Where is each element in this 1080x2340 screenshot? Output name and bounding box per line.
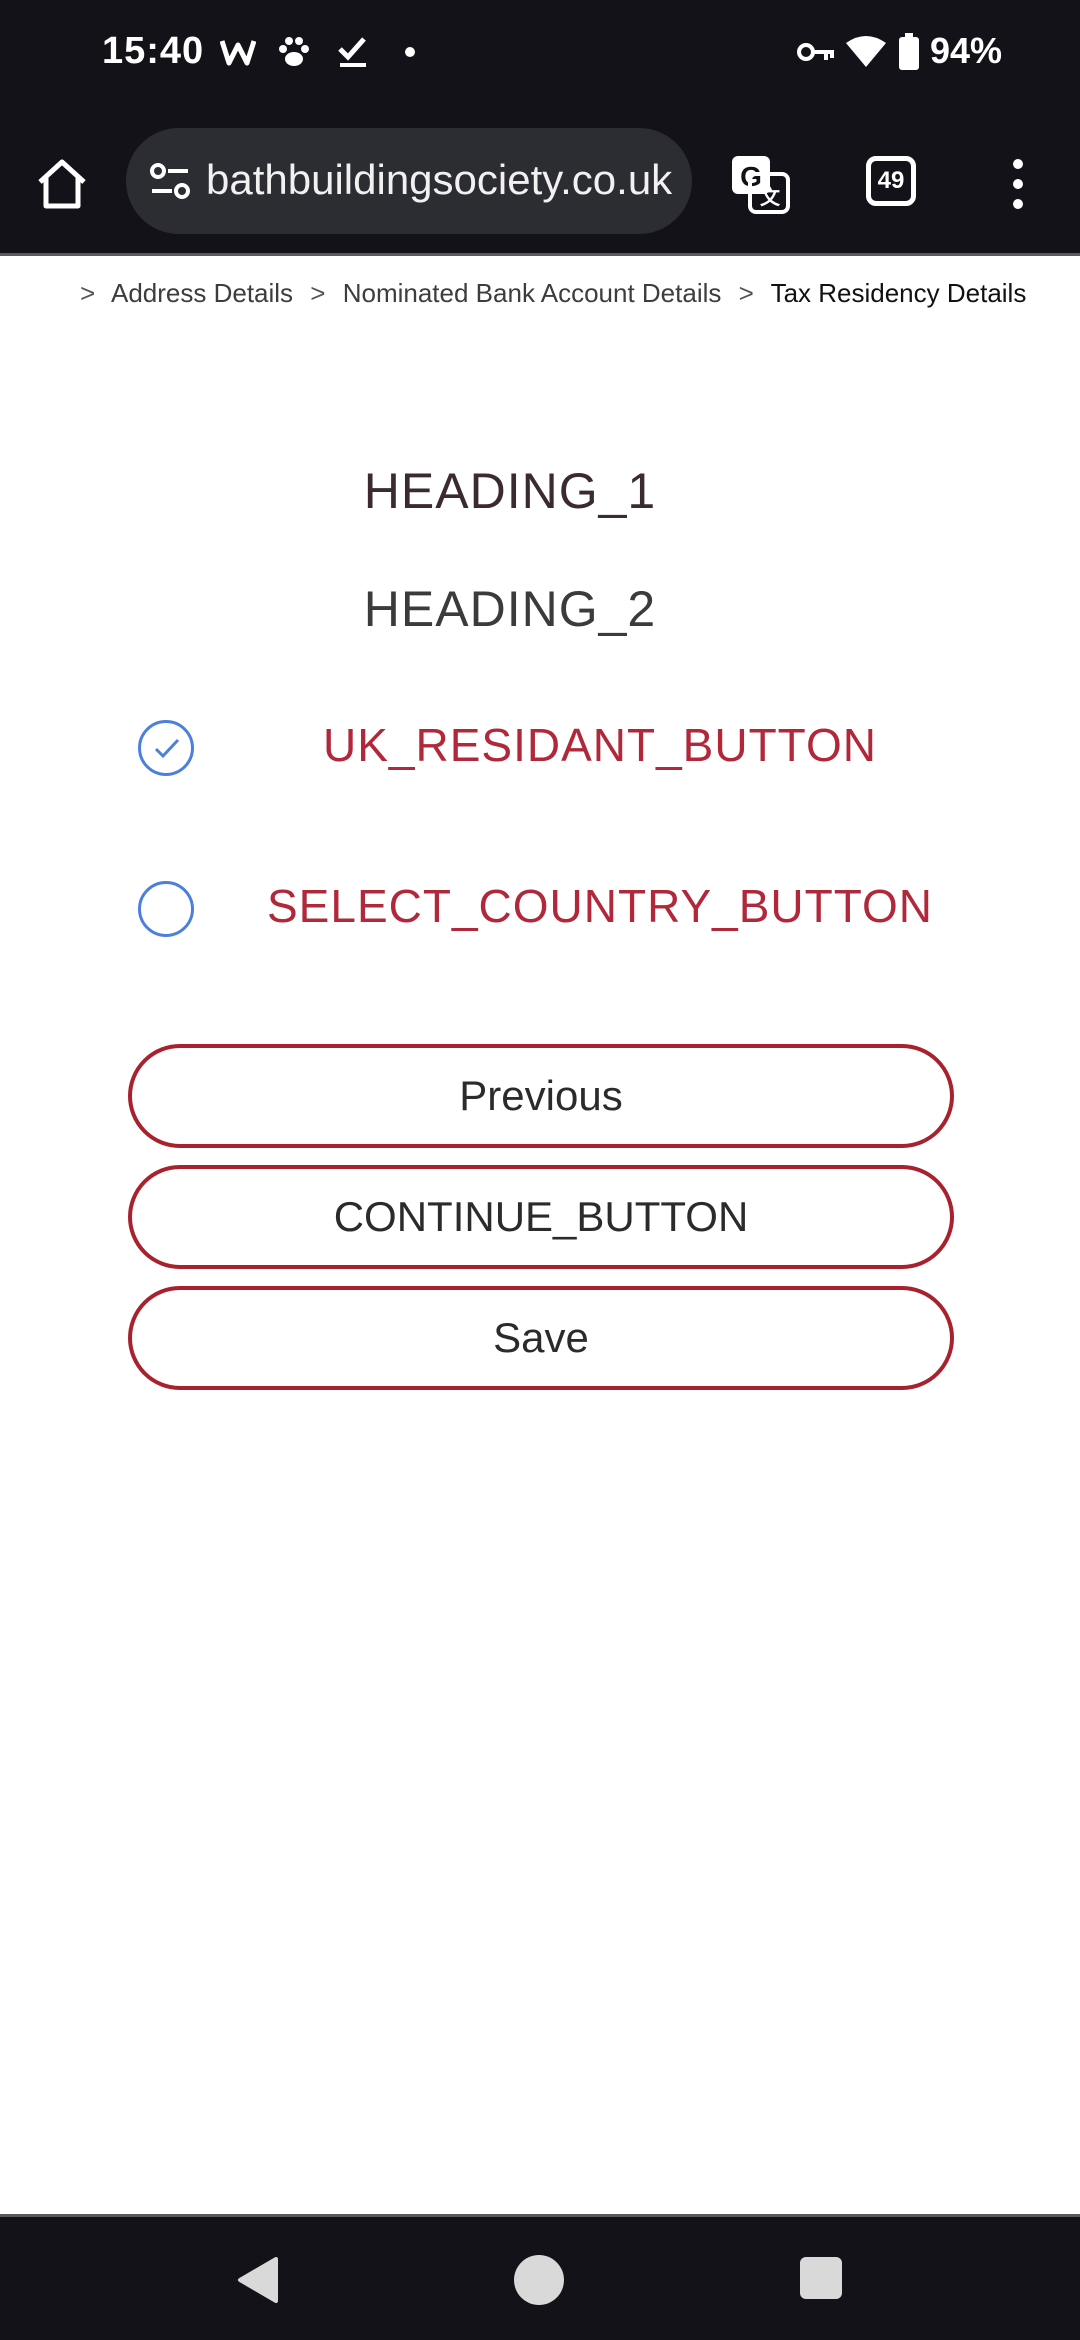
radio-selected[interactable] — [138, 720, 194, 776]
site-settings-icon[interactable] — [148, 161, 192, 201]
url-text: bathbuildingsociety.co.uk — [206, 156, 673, 203]
translate-icon[interactable]: G文 — [728, 152, 792, 216]
battery-icon — [898, 32, 920, 72]
save-button[interactable]: Save — [128, 1286, 954, 1390]
tab-switcher-button[interactable]: 49 — [866, 156, 916, 206]
select-country-label[interactable]: SELECT_COUNTRY_BUTTON — [240, 879, 960, 933]
breadcrumb-separator: > — [738, 278, 754, 308]
breadcrumb: > Address Details > Nominated Bank Accou… — [70, 278, 1026, 309]
recents-icon[interactable] — [800, 2257, 842, 2299]
continue-button[interactable]: CONTINUE_BUTTON — [128, 1165, 954, 1269]
browser-toolbar: bathbuildingsociety.co.uk G文 49 — [0, 112, 1080, 256]
address-bar[interactable]: bathbuildingsociety.co.uk — [126, 128, 692, 234]
select-country-option[interactable]: SELECT_COUNTRY_BUTTON — [120, 871, 960, 951]
home-icon[interactable] — [32, 154, 92, 214]
system-nav-bar — [0, 2214, 1080, 2340]
home-nav-icon[interactable] — [514, 2255, 564, 2305]
back-icon[interactable] — [234, 2255, 280, 2310]
radio-unselected[interactable] — [138, 881, 194, 937]
more-menu-icon[interactable] — [1000, 152, 1036, 216]
breadcrumb-item-tax-residency: Tax Residency Details — [770, 278, 1027, 308]
uk-resident-label[interactable]: UK_RESIDANT_BUTTON — [240, 718, 960, 772]
key-icon — [796, 32, 836, 72]
uk-resident-option[interactable]: UK_RESIDANT_BUTTON — [120, 710, 960, 790]
w-icon — [220, 32, 256, 72]
svg-text:文: 文 — [760, 185, 781, 209]
page-heading: HEADING_1 — [363, 463, 657, 519]
status-time: 15:40 — [102, 30, 205, 72]
battery-percent: 94% — [930, 30, 1003, 71]
dot-icon — [404, 32, 416, 72]
status-bar: 15:40 94% — [0, 0, 1080, 112]
page-subheading: HEADING_2 — [363, 581, 657, 637]
breadcrumb-separator: > — [80, 278, 96, 308]
breadcrumb-item-nominated-bank[interactable]: Nominated Bank Account Details — [343, 278, 722, 308]
wifi-icon — [846, 32, 886, 72]
breadcrumb-item-address-details[interactable]: Address Details — [111, 278, 293, 308]
check-icon — [336, 32, 370, 72]
previous-button[interactable]: Previous — [128, 1044, 954, 1148]
paw-icon — [276, 32, 312, 72]
breadcrumb-separator: > — [310, 278, 326, 308]
